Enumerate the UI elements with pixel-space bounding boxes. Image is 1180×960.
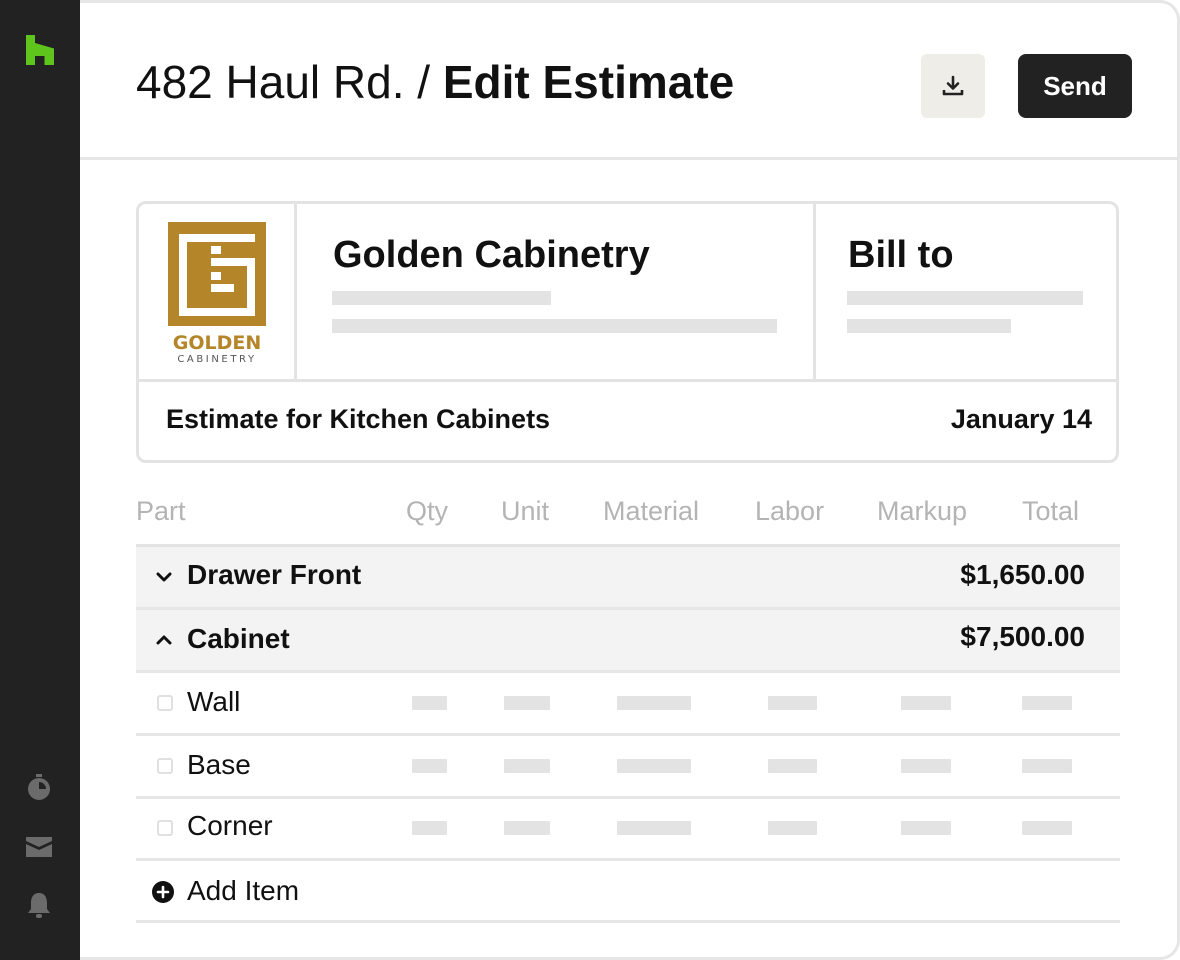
company-name: Golden Cabinetry	[333, 234, 650, 276]
column-header-material: Material	[603, 496, 700, 526]
group-label: Cabinet	[187, 623, 290, 654]
download-button[interactable]	[921, 54, 985, 118]
material-placeholder	[617, 696, 691, 710]
item-label: Corner	[187, 810, 273, 841]
item-checkbox[interactable]	[157, 820, 173, 836]
placeholder-line	[847, 291, 1083, 305]
group-total: $1,650.00	[960, 559, 1085, 590]
total-placeholder	[1022, 696, 1072, 710]
item-label: Base	[187, 749, 251, 780]
total-placeholder	[1022, 759, 1072, 773]
item-checkbox[interactable]	[157, 758, 173, 774]
logo-brand-text: GOLDEN	[173, 332, 262, 354]
group-row-cabinet[interactable]: Cabinet $7,500.00	[136, 610, 1120, 673]
group-row-drawer-front[interactable]: Drawer Front $1,650.00	[136, 547, 1120, 610]
plus-circle-icon[interactable]	[151, 880, 175, 904]
project-address: 482 Haul Rd.	[136, 56, 405, 108]
unit-placeholder	[504, 759, 550, 773]
markup-placeholder	[901, 821, 951, 835]
column-header-qty: Qty	[406, 496, 449, 526]
placeholder-line	[332, 291, 551, 305]
company-logo: GOLDEN CABINETRY	[166, 222, 272, 365]
qty-placeholder	[412, 696, 447, 710]
unit-placeholder	[504, 821, 550, 835]
item-checkbox[interactable]	[157, 695, 173, 711]
labor-placeholder	[768, 821, 817, 835]
sidebar	[0, 0, 80, 960]
qty-placeholder	[412, 821, 447, 835]
unit-placeholder	[504, 696, 550, 710]
divider	[139, 379, 1116, 382]
download-icon	[942, 75, 964, 96]
estimate-label: Estimate for Kitchen Cabinets	[166, 404, 551, 434]
placeholder-line	[847, 319, 1011, 333]
stopwatch-icon[interactable]	[24, 772, 54, 802]
column-header-unit: Unit	[501, 496, 550, 526]
markup-placeholder	[901, 696, 951, 710]
page-header: 482 Haul Rd. / Edit Estimate Send	[80, 0, 1177, 160]
inbox-icon[interactable]	[24, 832, 54, 862]
add-item-button[interactable]: Add Item	[136, 861, 1120, 923]
houzz-logo-icon[interactable]	[24, 34, 56, 66]
item-row-corner[interactable]: Corner	[136, 799, 1120, 861]
markup-placeholder	[901, 759, 951, 773]
page-title: 482 Haul Rd. / Edit Estimate	[136, 54, 734, 110]
item-row-wall[interactable]: Wall	[136, 673, 1120, 736]
add-item-label: Add Item	[187, 875, 300, 906]
chevron-up-icon[interactable]	[154, 630, 174, 650]
logo-sub-text: CABINETRY	[177, 354, 256, 362]
total-placeholder	[1022, 821, 1072, 835]
material-placeholder	[617, 821, 691, 835]
item-row-base[interactable]: Base	[136, 736, 1120, 799]
placeholder-line	[332, 319, 777, 333]
item-label: Wall	[187, 686, 241, 717]
bill-to-label: Bill to	[848, 234, 954, 276]
column-header-part: Part	[136, 496, 186, 526]
send-button[interactable]: Send	[1018, 54, 1132, 118]
golden-cabinetry-logo: GOLDEN CABINETRY	[168, 222, 266, 365]
divider	[294, 204, 297, 379]
estimate-card: GOLDEN CABINETRY Golden Cabinetry Bill t…	[136, 201, 1119, 463]
labor-placeholder	[768, 696, 817, 710]
page-title-text: Edit Estimate	[442, 56, 735, 108]
divider	[813, 204, 816, 379]
qty-placeholder	[412, 759, 447, 773]
estimate-date: January 14	[950, 404, 1092, 434]
column-header-labor: Labor	[755, 496, 825, 526]
group-label: Drawer Front	[187, 559, 362, 590]
title-separator: /	[417, 56, 431, 108]
group-total: $7,500.00	[960, 621, 1085, 652]
material-placeholder	[617, 759, 691, 773]
chevron-down-icon[interactable]	[154, 567, 174, 587]
bell-icon[interactable]	[24, 890, 54, 920]
column-header-markup: Markup	[877, 496, 968, 526]
column-header-total: Total	[1022, 496, 1080, 526]
labor-placeholder	[768, 759, 817, 773]
